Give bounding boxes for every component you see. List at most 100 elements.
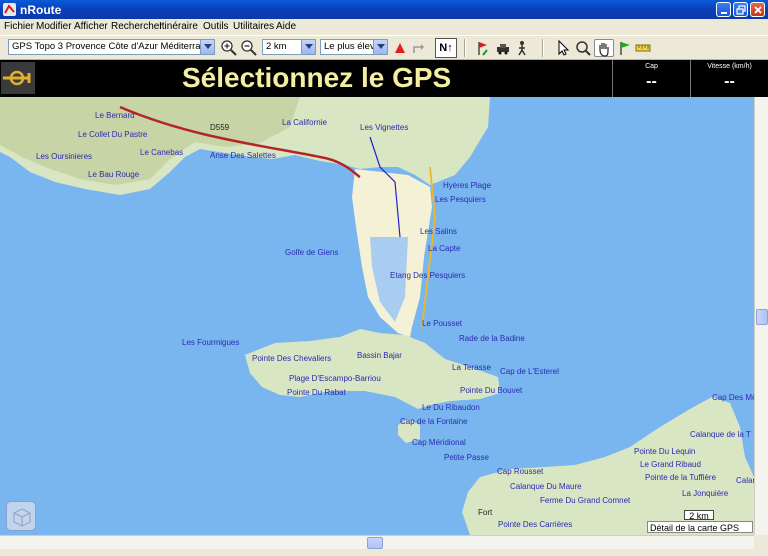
horizontal-scrollbar[interactable]	[0, 535, 754, 549]
3d-view-icon[interactable]	[6, 501, 36, 531]
place-label[interactable]: Les Salins	[420, 227, 457, 236]
place-label[interactable]: Les Pesquiers	[435, 195, 486, 204]
place-label[interactable]: Pointe Du Rabat	[287, 388, 346, 397]
heading-gauge: Cap --	[612, 60, 690, 97]
zoom-out-icon	[241, 40, 257, 56]
menu-itineraire[interactable]: Itinéraire	[159, 21, 198, 32]
place-label[interactable]: Cap de la Fontaine	[400, 417, 468, 426]
place-label[interactable]: Le Du Ribaudon	[422, 403, 480, 412]
map-scale: 2 km	[684, 510, 714, 521]
detail-up-button[interactable]	[391, 39, 409, 57]
menu-fichier[interactable]: Fichier	[4, 21, 34, 32]
pan-tool-button[interactable]	[594, 39, 614, 57]
walker-icon	[518, 41, 526, 56]
status-bar	[0, 549, 768, 556]
close-icon	[754, 6, 762, 14]
restore-icon	[736, 5, 746, 15]
menu-modifier[interactable]: Modifier	[36, 21, 72, 32]
menu-utilitaires[interactable]: Utilitaires	[233, 21, 274, 32]
place-label[interactable]: Petite Passe	[444, 453, 489, 462]
place-label[interactable]: La Jonquière	[682, 489, 728, 498]
place-label[interactable]: Le Pousset	[422, 319, 462, 328]
place-label[interactable]: Bassin Bajar	[357, 351, 402, 360]
road-label: D559	[210, 123, 230, 132]
magnifier-icon	[576, 41, 591, 56]
chevron-down-icon	[200, 40, 214, 54]
select-tool-button[interactable]	[554, 39, 572, 57]
title-bar: nRoute	[0, 0, 768, 19]
place-label[interactable]: Les Fourmigues	[182, 338, 239, 347]
menu-afficher[interactable]: Afficher	[74, 21, 108, 32]
zoom-tool-button[interactable]	[574, 39, 592, 57]
toolbar-separator	[542, 39, 544, 57]
place-label[interactable]: Fort	[478, 508, 492, 517]
place-label[interactable]: Hyères Plage	[443, 181, 491, 190]
place-label[interactable]: La Terasse	[452, 363, 491, 372]
zoom-in-button[interactable]	[220, 39, 238, 57]
north-up-button[interactable]: N↑	[435, 38, 457, 58]
place-label[interactable]: Le Canebas	[140, 148, 183, 157]
minimize-icon	[721, 12, 727, 14]
measure-tool-button[interactable]	[634, 39, 652, 57]
place-label[interactable]: Cap de L'Esterel	[500, 367, 559, 376]
place-label[interactable]: Les Vignettes	[360, 123, 408, 132]
pedestrian-button[interactable]	[513, 39, 531, 57]
place-label[interactable]: Le Bau Rouge	[88, 170, 139, 179]
place-label[interactable]: Le Grand Ribaud	[640, 460, 701, 469]
place-label[interactable]: Pointe de la Tuffière	[645, 473, 716, 482]
place-label[interactable]: Calanque Du Maure	[510, 482, 582, 491]
redo-button[interactable]	[410, 39, 428, 57]
zoom-level-select[interactable]: 2 km	[262, 39, 316, 55]
place-label[interactable]: Le Bernard	[95, 111, 135, 120]
place-label[interactable]: Cap Rousset	[497, 467, 543, 476]
place-label[interactable]: Pointe Des Chevaliers	[252, 354, 331, 363]
app-icon	[3, 3, 16, 16]
place-label[interactable]: Calan	[736, 476, 754, 485]
horizontal-scroll-thumb[interactable]	[367, 537, 383, 549]
place-label[interactable]: Pointe Du Lequin	[634, 447, 695, 456]
place-label[interactable]: Rade de la Badine	[459, 334, 525, 343]
close-button[interactable]	[750, 2, 765, 17]
route-start-button[interactable]	[474, 39, 492, 57]
maximize-button[interactable]	[733, 2, 748, 17]
place-label[interactable]: Ferme Du Grand Comnet	[540, 496, 630, 505]
place-label[interactable]: Cap Méridional	[412, 438, 466, 447]
place-label[interactable]: Le Collet Du Pastre	[78, 130, 147, 139]
place-label[interactable]: Cap Des Mèdes	[712, 393, 754, 402]
map-view[interactable]: D559 Le Bernard Le Collet Du Pastre Les …	[0, 97, 754, 535]
place-label[interactable]: Etang Des Pesquiers	[390, 271, 465, 280]
nroute-window: nRoute Fichier Modifier Afficher Recherc…	[0, 0, 768, 556]
place-label[interactable]: Anse Des Salettes	[210, 151, 276, 160]
speed-value: --	[724, 73, 735, 90]
vertical-scroll-thumb[interactable]	[756, 309, 768, 325]
gps-status-banner: Sélectionnez le GPS Cap -- Vitesse (km/h…	[0, 60, 768, 97]
minimize-button[interactable]	[716, 2, 731, 17]
place-label[interactable]: Pointe Du Bouvet	[460, 386, 522, 395]
zoom-out-button[interactable]	[240, 39, 258, 57]
waypoint-tool-button[interactable]	[616, 39, 634, 57]
place-label[interactable]: Golfe de Giens	[285, 248, 338, 257]
place-label[interactable]: Plage D'Escampo-Barriou	[289, 374, 381, 383]
menu-aide[interactable]: Aide	[276, 21, 296, 32]
red-triangle-icon	[395, 43, 405, 53]
place-label[interactable]: La Capte	[428, 244, 460, 253]
menu-rechercher[interactable]: Rechercher	[111, 21, 163, 32]
cursor-arrow-icon	[558, 39, 570, 56]
flag-route-icon	[478, 42, 488, 56]
map-detail-label: Détail de la carte GPS	[647, 521, 753, 533]
arrow-turn-icon	[413, 44, 424, 53]
vertical-scrollbar[interactable]	[754, 97, 768, 535]
map-canvas	[0, 97, 754, 535]
chevron-down-icon	[373, 40, 387, 54]
map-product-select[interactable]: GPS Topo 3 Provence Côte d'Azur Méditerr…	[8, 39, 215, 55]
place-label[interactable]: Les Oursinieres	[36, 152, 92, 161]
vehicle-button[interactable]	[494, 39, 512, 57]
detail-level-value: Le plus élevé	[324, 41, 380, 52]
gps-connector-icon[interactable]	[1, 62, 35, 94]
place-label[interactable]: Calanque de la T	[690, 430, 751, 439]
place-label[interactable]: La Californie	[282, 118, 327, 127]
menu-outils[interactable]: Outils	[203, 21, 229, 32]
detail-level-select[interactable]: Le plus élevé	[320, 39, 388, 55]
place-label[interactable]: Pointe Des Carrières	[498, 520, 572, 529]
toolbar: GPS Topo 3 Provence Côte d'Azur Méditerr…	[0, 35, 768, 60]
